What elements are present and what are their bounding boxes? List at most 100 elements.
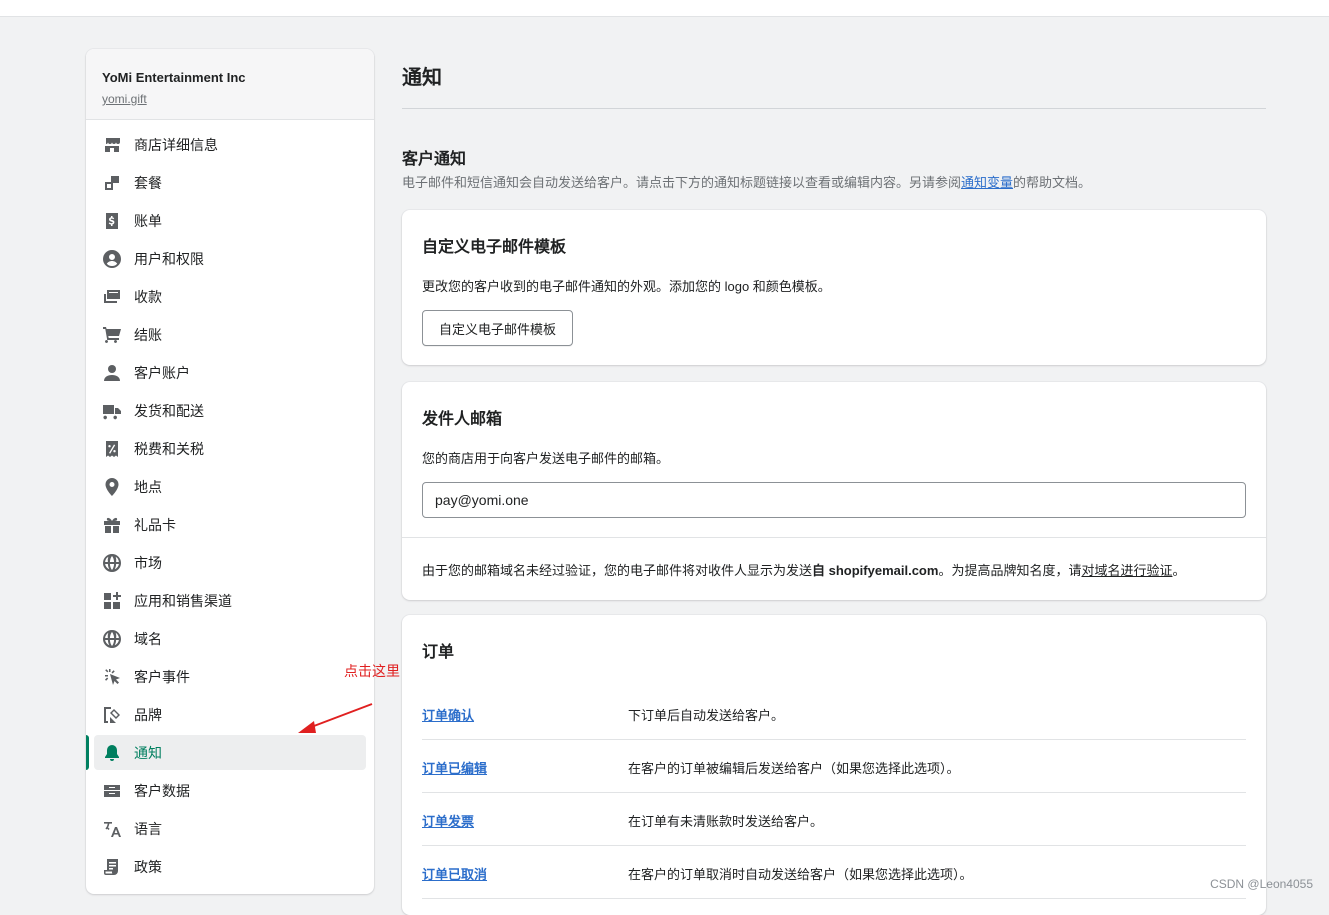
sidebar-item-notifications[interactable]: 通知 [86,735,366,770]
sidebar-item-users[interactable]: 用户和权限 [94,241,366,276]
sidebar-item-label: 礼品卡 [134,516,176,533]
translate-icon [102,819,122,839]
policy-icon [102,857,122,877]
sidebar-item-shipping[interactable]: 发货和配送 [94,393,366,428]
sidebar-item-markets[interactable]: 市场 [94,545,366,580]
sidebar-item-locations[interactable]: 地点 [94,469,366,504]
section-desc-prefix: 电子邮件和短信通知会自动发送给客户。请点击下方的通知标题链接以查看或编辑内容。另… [402,175,962,190]
order-invoice-link[interactable]: 订单发票 [422,811,474,830]
sidebar-item-label: 客户数据 [134,782,190,799]
row-description: 在客户的订单被编辑后发送给客户（如果您选择此选项）。 [628,761,960,776]
row-description: 在订单有未清账款时发送给客户。 [628,814,824,829]
settings-nav: 商店详细信息 套餐 账单 用户和权限 收款 结账 客户账户 发货和配送 税费和关… [86,120,374,884]
table-row: 订单发票 在订单有未清账款时发送给客户。 [422,793,1246,846]
sidebar-item-label: 客户账户 [134,364,190,381]
sidebar-item-label: 结账 [134,326,162,343]
sidebar-item-customer-data[interactable]: 客户数据 [94,773,366,808]
notice-text: 。 [1172,563,1186,578]
card-title: 发件人邮箱 [422,411,503,428]
notification-variables-link[interactable]: 通知变量 [961,175,1013,190]
globe-icon [102,629,122,649]
sidebar-item-label: 用户和权限 [134,250,204,267]
sidebar-item-label: 收款 [134,288,162,305]
sidebar-item-label: 发货和配送 [134,402,204,419]
table-row: 订单已编辑 在客户的订单被编辑后发送给客户（如果您选择此选项）。 [422,740,1246,793]
card-title: 订单 [422,644,455,661]
data-icon [102,781,122,801]
payments-icon [102,287,122,307]
section-description: 电子邮件和短信通知会自动发送给客户。请点击下方的通知标题链接以查看或编辑内容。另… [402,172,1091,191]
notice-text: 由于您的邮箱域名未经过验证，您的电子邮件将对收件人显示为发送 [422,563,813,578]
sidebar-item-label: 套餐 [134,174,162,191]
sidebar-item-checkout[interactable]: 结账 [94,317,366,352]
sidebar-item-label: 政策 [134,858,162,875]
section-desc-suffix: 的帮助文档。 [1013,175,1092,190]
store-header: YoMi Entertainment Inc yomi.gift [86,49,374,120]
orders-card: 订单 订单确认 下订单后自动发送给客户。 订单已编辑 在客户的订单被编辑后发送给… [402,615,1266,915]
top-bar [0,0,1329,17]
sidebar-item-label: 域名 [134,630,162,647]
sidebar-item-label: 商店详细信息 [134,136,218,153]
table-row: 订单已取消 在客户的订单取消时自动发送给客户（如果您选择此选项）。 [422,846,1246,899]
sidebar-item-billing[interactable]: 账单 [94,203,366,238]
order-confirmation-link[interactable]: 订单确认 [422,705,474,724]
table-row: 订单确认 下订单后自动发送给客户。 [422,687,1246,740]
notice-text: 。为提高品牌知名度，请 [938,563,1082,578]
sidebar-item-label: 税费和关税 [134,440,204,457]
apps-icon [102,591,122,611]
sidebar-item-label: 客户事件 [134,668,190,685]
customize-email-template-button[interactable]: 自定义电子邮件模板 [422,310,574,346]
cart-icon [102,325,122,345]
watermark: CSDN @Leon4055 [1210,877,1313,891]
notice-bold-text: 自 shopifyemail.com [812,563,939,578]
sidebar-item-languages[interactable]: 语言 [94,811,366,846]
plan-icon [102,173,122,193]
annotation-text: 点击这里 [344,664,400,680]
sender-email-input[interactable] [422,482,1246,518]
settings-sidebar: YoMi Entertainment Inc yomi.gift 商店详细信息 … [86,49,374,894]
bell-icon [102,743,122,763]
sidebar-item-label: 语言 [134,820,162,837]
cursor-icon [102,667,122,687]
sidebar-item-label: 品牌 [134,706,162,723]
sidebar-item-domains[interactable]: 域名 [94,621,366,656]
sidebar-item-customer-accounts[interactable]: 客户账户 [94,355,366,390]
brand-icon [102,705,122,725]
card-description: 更改您的客户收到的电子邮件通知的外观。添加您的 logo 和颜色模板。 [422,279,831,294]
sidebar-item-label: 地点 [134,478,162,495]
sidebar-item-label: 市场 [134,554,162,571]
sidebar-item-policies[interactable]: 政策 [94,849,366,884]
store-icon [102,135,122,155]
sidebar-item-plan[interactable]: 套餐 [94,165,366,200]
verify-domain-link[interactable]: 对域名进行验证 [1081,563,1172,578]
user-icon [102,249,122,269]
sidebar-item-apps[interactable]: 应用和销售渠道 [94,583,366,618]
sidebar-item-label: 应用和销售渠道 [134,592,232,609]
order-cancelled-link[interactable]: 订单已取消 [422,864,487,883]
person-icon [102,363,122,383]
page-title: 通知 [402,67,442,89]
sidebar-item-payments[interactable]: 收款 [94,279,366,314]
card-description: 您的商店用于向客户发送电子邮件的邮箱。 [422,451,670,466]
order-edited-link[interactable]: 订单已编辑 [422,758,487,777]
store-name: YoMi Entertainment Inc [102,70,246,85]
row-description: 下订单后自动发送给客户。 [628,708,785,723]
annotation-arrow [298,703,373,733]
truck-icon [102,401,122,421]
sender-email-card: 发件人邮箱 您的商店用于向客户发送电子邮件的邮箱。 由于您的邮箱域名未经过验证，… [402,382,1266,600]
title-divider [402,108,1266,109]
email-template-card: 自定义电子邮件模板 更改您的客户收到的电子邮件通知的外观。添加您的 logo 和… [402,210,1266,365]
card-title: 自定义电子邮件模板 [422,239,567,256]
row-description: 在客户的订单取消时自动发送给客户（如果您选择此选项）。 [628,867,973,882]
sidebar-item-label: 账单 [134,212,162,229]
gift-icon [102,515,122,535]
store-domain-link[interactable]: yomi.gift [102,92,147,106]
tax-icon [102,439,122,459]
sidebar-item-gift-cards[interactable]: 礼品卡 [94,507,366,542]
sidebar-item-taxes[interactable]: 税费和关税 [94,431,366,466]
sidebar-item-store-details[interactable]: 商店详细信息 [94,127,366,162]
billing-icon [102,211,122,231]
sidebar-item-customer-events[interactable]: 客户事件 [94,659,366,694]
location-icon [102,477,122,497]
sidebar-item-label: 通知 [134,744,162,761]
